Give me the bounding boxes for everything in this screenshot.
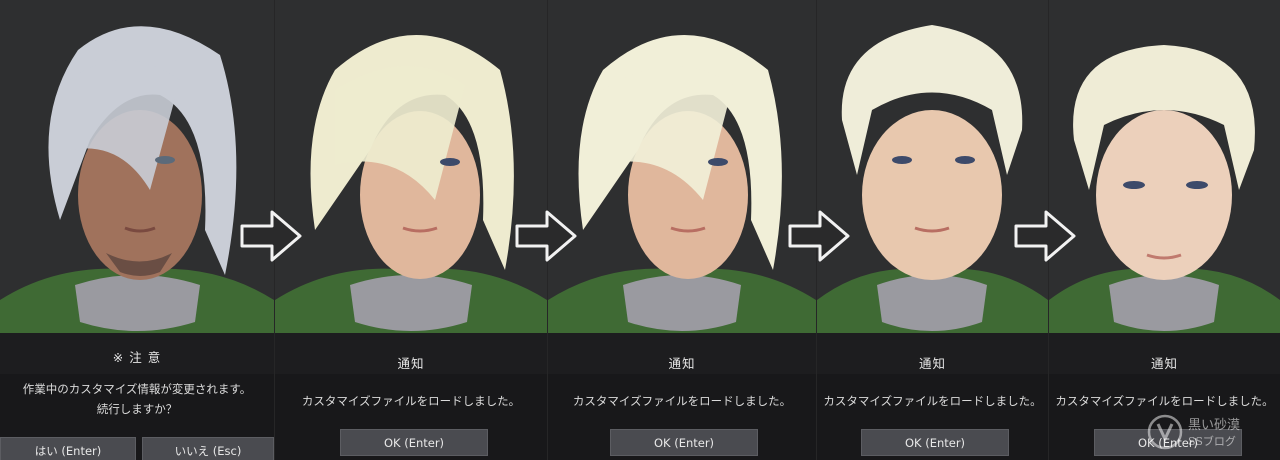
right-arrow-icon	[1014, 210, 1076, 262]
customize-panel-2: 通知 カスタマイズファイルをロードしました。 OK (Enter)	[275, 0, 547, 460]
right-arrow-icon	[515, 210, 577, 262]
character-portrait-3	[548, 0, 816, 345]
caution-dialog: ※ 注 意 作業中のカスタマイズ情報が変更されます。 続行しますか？ はい (E…	[0, 333, 274, 460]
watermark-line1: 黒い砂漠	[1188, 418, 1241, 433]
character-portrait-1	[0, 0, 274, 345]
dialog-title: 通知	[397, 356, 425, 371]
cancel-button[interactable]: いいえ (Esc)	[142, 437, 274, 460]
dialog-message: カスタマイズファイルをロードしました。	[1055, 394, 1274, 408]
ok-button[interactable]: OK (Enter)	[610, 429, 758, 456]
character-portrait-4	[817, 0, 1048, 345]
right-arrow-icon	[240, 210, 302, 262]
character-portrait-2	[275, 0, 547, 345]
dialog-message: カスタマイズファイルをロードしました。	[823, 394, 1042, 408]
right-arrow-icon	[788, 210, 850, 262]
dialog-title: 通知	[918, 356, 946, 371]
dialog-message-line2: 続行しますか？	[96, 402, 178, 416]
blog-watermark: 黒い砂漠 SSブログ	[1144, 412, 1274, 452]
dialog-message: カスタマイズファイルをロードしました。	[301, 394, 521, 408]
dialog-message: カスタマイズファイルをロードしました。	[572, 394, 792, 408]
notice-dialog: 通知 カスタマイズファイルをロードしました。 OK (Enter)	[548, 333, 816, 460]
confirm-button[interactable]: はい (Enter)	[0, 437, 136, 460]
character-portrait-5	[1049, 0, 1280, 345]
ok-button[interactable]: OK (Enter)	[861, 429, 1009, 456]
notice-dialog: 通知 カスタマイズファイルをロードしました。 OK (Enter)	[275, 333, 547, 460]
dialog-title: 通知	[668, 356, 696, 371]
customize-panel-1: ※ 注 意 作業中のカスタマイズ情報が変更されます。 続行しますか？ はい (E…	[0, 0, 274, 460]
ok-button[interactable]: OK (Enter)	[340, 429, 488, 456]
dialog-message-line1: 作業中のカスタマイズ情報が変更されます。	[22, 382, 252, 396]
dialog-title: ※ 注 意	[112, 350, 162, 365]
customize-panel-5: 通知 カスタマイズファイルをロードしました。 OK (Enter)	[1049, 0, 1280, 460]
customize-panel-3: 通知 カスタマイズファイルをロードしました。 OK (Enter)	[548, 0, 816, 460]
watermark-line2: SSブログ	[1188, 435, 1236, 448]
dialog-title: 通知	[1150, 356, 1178, 371]
notice-dialog: 通知 カスタマイズファイルをロードしました。 OK (Enter)	[817, 333, 1048, 460]
blog-logo-icon	[1147, 414, 1183, 450]
